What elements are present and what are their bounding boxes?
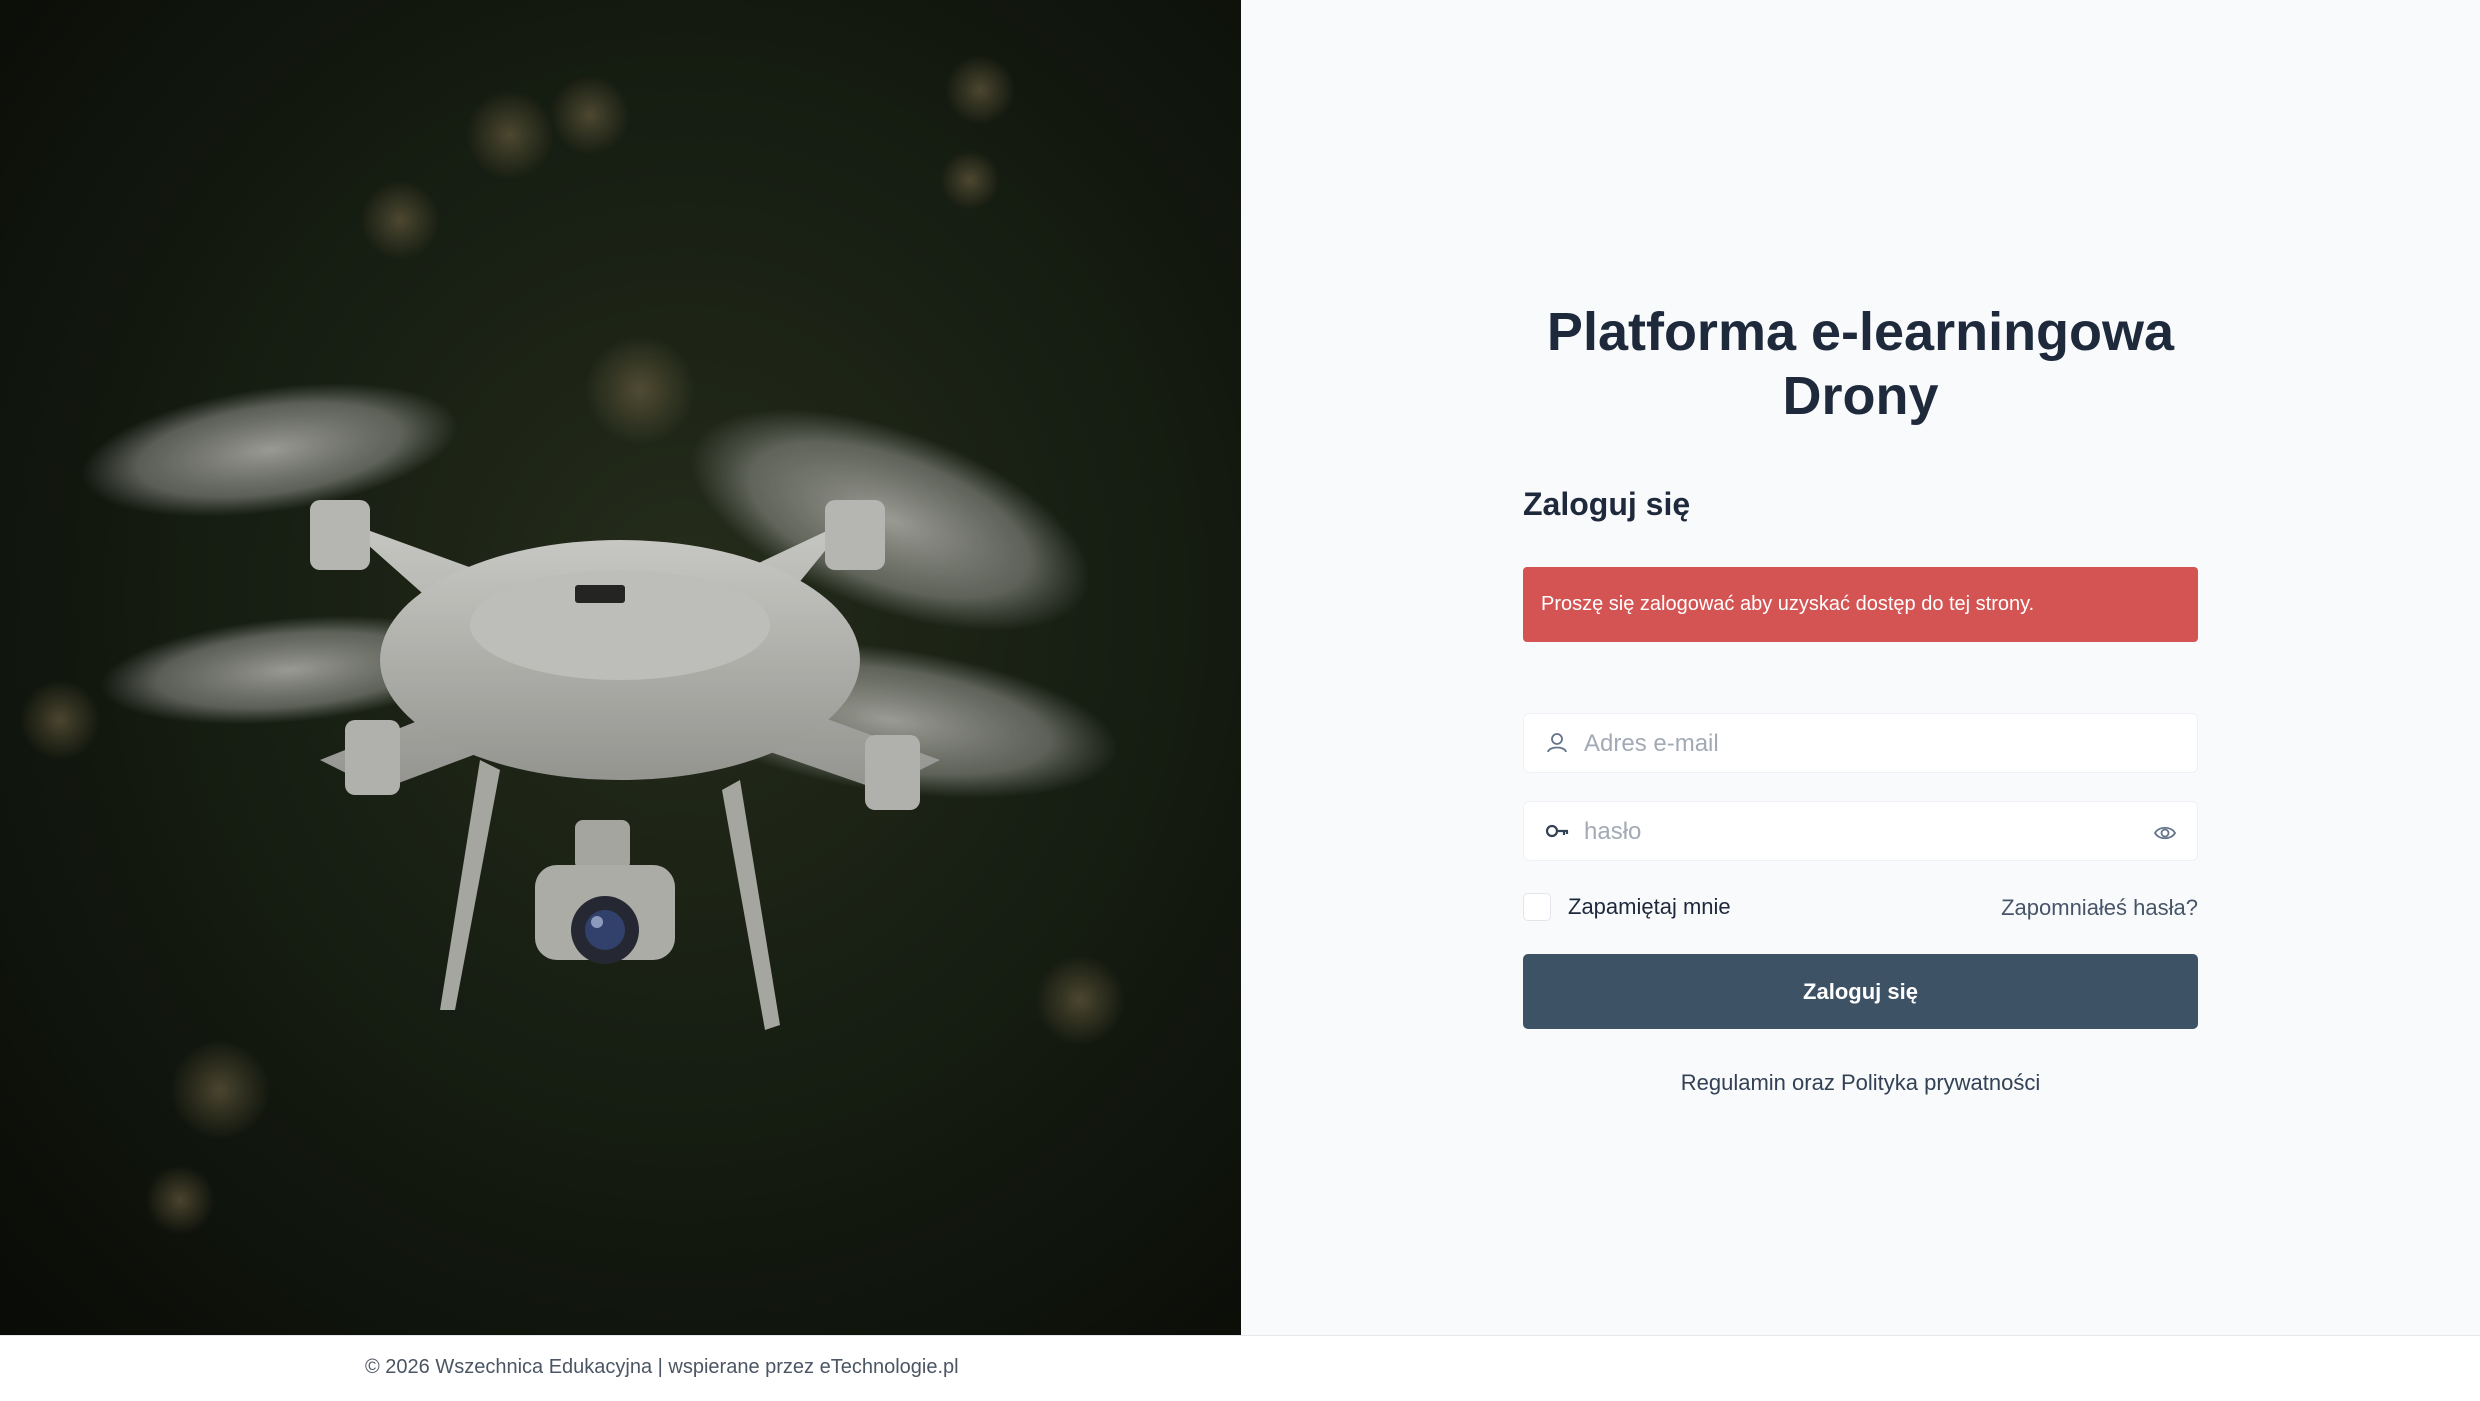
page-title-line1: Platforma e-learningowa [1546,302,2175,362]
login-panel: Platforma e-learningowa Drony Zaloguj si… [1241,0,2480,1335]
remember-me[interactable]: Zapamiętaj mnie [1523,891,1731,923]
password-input[interactable] [1582,802,2146,862]
terms-privacy-link[interactable]: Regulamin oraz Polityka prywatności [1241,1070,2480,1096]
footer: © 2026 Wszechnica Edukacyjna | wspierane… [0,1335,2480,1401]
drone-illustration [0,0,1241,1335]
login-button[interactable]: Zaloguj się [1523,954,2198,1029]
page-title-line2: Drony [1782,366,1939,426]
page-title: Platforma e-learningowa Drony [1241,300,2480,428]
key-icon [1545,824,1569,838]
remember-me-checkbox[interactable] [1523,893,1551,921]
eye-icon[interactable] [2153,822,2177,844]
login-required-alert: Proszę się zalogować aby uzyskać dostęp … [1523,567,2198,642]
hero-image [0,0,1241,1335]
user-icon [1547,733,1567,753]
login-heading: Zaloguj się [1523,486,1691,522]
remember-me-label: Zapamiętaj mnie [1568,894,1731,919]
password-field[interactable] [1523,801,2198,862]
email-field[interactable] [1523,713,2198,774]
login-page: Platforma e-learningowa Drony Zaloguj si… [0,0,2480,1401]
footer-copyright: © 2026 Wszechnica Edukacyjna | wspierane… [365,1356,959,1378]
forgot-password-link[interactable]: Zapomniałeś hasła? [2001,895,2198,921]
email-input[interactable] [1582,714,2146,774]
